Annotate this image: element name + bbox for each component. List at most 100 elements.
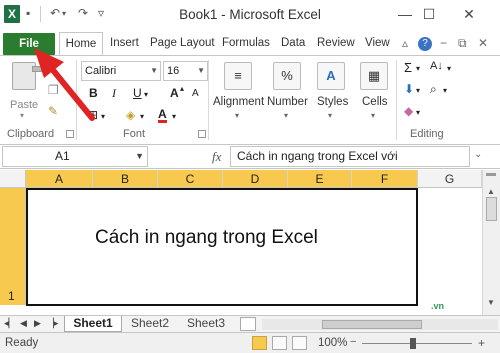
fill-dropdown-icon[interactable]: ▾ [140, 112, 144, 121]
sort-dropdown-icon[interactable]: ▾ [447, 64, 451, 73]
tab-view[interactable]: View [365, 37, 390, 49]
clear-icon[interactable]: ◆ [404, 104, 413, 118]
alignment-icon[interactable]: ≡ [224, 62, 252, 90]
tab-file[interactable]: File [3, 33, 55, 55]
ribbon-collapse-icon[interactable]: ▵ [402, 36, 408, 50]
alignment-dropdown-icon[interactable]: ▾ [235, 111, 239, 120]
number-button[interactable]: Number [267, 96, 308, 108]
number-dropdown-icon[interactable]: ▾ [284, 111, 288, 120]
column-header-f[interactable]: F [352, 170, 418, 188]
underline-button[interactable]: U [133, 86, 142, 100]
horizontal-scroll-thumb[interactable] [322, 320, 422, 329]
column-header-b[interactable]: B [93, 170, 158, 188]
font-size-value: 16 [167, 65, 180, 77]
styles-dropdown-icon[interactable]: ▾ [328, 111, 332, 120]
underline-dropdown-icon[interactable]: ▾ [144, 90, 148, 99]
scroll-up-icon[interactable]: ▲ [487, 187, 495, 196]
column-header-e[interactable]: E [288, 170, 352, 188]
next-sheet-icon[interactable]: ▶ [34, 318, 41, 329]
zoom-in-button[interactable]: + [478, 336, 485, 350]
split-handle[interactable] [486, 173, 496, 176]
normal-view-button[interactable] [252, 336, 267, 350]
format-painter-icon[interactable]: ✎ [48, 104, 58, 118]
column-header-c[interactable]: C [158, 170, 223, 188]
workbook-minimize-icon[interactable]: − [440, 36, 447, 50]
zoom-level[interactable]: 100% [318, 337, 347, 349]
row-number: 1 [8, 289, 15, 303]
paste-icon[interactable] [12, 62, 42, 90]
sheet-tab-sheet1[interactable]: Sheet1 [64, 316, 122, 332]
find-dropdown-icon[interactable]: ▾ [443, 86, 447, 95]
expand-formula-bar-icon[interactable]: ⌄ [474, 149, 482, 160]
font-launcher-icon[interactable] [198, 130, 206, 138]
workbook-close-icon[interactable]: ✕ [478, 36, 488, 50]
tab-page-layout[interactable]: Page Layout [150, 37, 215, 49]
borders-dropdown-icon[interactable]: ▾ [101, 112, 105, 121]
shrink-font-button[interactable]: A [192, 88, 199, 99]
page-break-view-button[interactable] [292, 336, 307, 350]
first-sheet-icon[interactable]: ◂▏ [4, 318, 15, 329]
close-button[interactable]: ✕ [458, 4, 480, 24]
column-header-a[interactable]: A [26, 170, 93, 188]
alignment-button[interactable]: Alignment [213, 96, 264, 108]
select-all-corner[interactable] [0, 170, 26, 188]
borders-icon[interactable]: ⊞ [88, 108, 98, 122]
autosum-button[interactable]: Σ [404, 60, 412, 75]
zoom-out-button[interactable]: − [350, 336, 356, 348]
page-layout-view-button[interactable] [272, 336, 287, 350]
autosum-dropdown-icon[interactable]: ▾ [416, 64, 420, 73]
cells-dropdown-icon[interactable]: ▾ [371, 111, 375, 120]
minimize-button[interactable]: — [394, 4, 416, 24]
scroll-down-icon[interactable]: ▼ [487, 298, 495, 307]
cells-icon[interactable]: ▦ [360, 62, 388, 90]
font-color-dropdown-icon[interactable]: ▾ [172, 112, 176, 121]
help-icon[interactable]: ? [418, 37, 432, 51]
last-sheet-icon[interactable]: ▕▸ [47, 318, 58, 329]
font-size-select[interactable]: 16 ▼ [163, 61, 208, 81]
column-header-g[interactable]: G [418, 170, 482, 188]
insert-function-button[interactable]: fx [212, 149, 221, 165]
tab-home[interactable]: Home [59, 32, 103, 56]
styles-button[interactable]: Styles [317, 96, 348, 108]
paste-button[interactable]: Paste [10, 99, 38, 111]
styles-icon[interactable]: A [317, 62, 345, 90]
fill-icon[interactable]: ⬇ [404, 82, 414, 96]
font-name-select[interactable]: Calibri ▼ [81, 61, 161, 81]
cells-button[interactable]: Cells [362, 96, 388, 108]
vertical-scrollbar[interactable]: ▲ ▼ [482, 170, 500, 315]
sheet-tab-sheet3[interactable]: Sheet3 [180, 316, 232, 332]
bold-button[interactable]: B [89, 86, 98, 100]
font-color-button[interactable]: A [158, 108, 167, 123]
insert-sheet-icon[interactable] [240, 317, 256, 331]
paste-dropdown-icon[interactable]: ▾ [20, 111, 24, 120]
grow-font-button[interactable]: A [170, 86, 179, 100]
number-icon[interactable]: % [273, 62, 301, 90]
tab-review[interactable]: Review [317, 37, 355, 49]
clear-dropdown-icon[interactable]: ▾ [416, 108, 420, 117]
italic-button[interactable]: I [112, 86, 116, 101]
zoom-slider-thumb[interactable] [410, 338, 416, 349]
row-header-1[interactable]: 1 [0, 188, 26, 305]
merged-cell-a1-f1[interactable]: Cách in ngang trong Excel [26, 188, 418, 306]
copy-icon[interactable]: ❐ [48, 83, 59, 97]
tab-insert[interactable]: Insert [110, 37, 139, 49]
scroll-thumb[interactable] [486, 197, 497, 221]
tab-data[interactable]: Data [281, 37, 305, 49]
find-select-icon[interactable]: ⌕ [430, 82, 437, 97]
column-header-d[interactable]: D [223, 170, 288, 188]
sheet-tab-sheet2[interactable]: Sheet2 [124, 316, 176, 332]
cut-icon[interactable]: ✂ [48, 62, 58, 76]
worksheet-grid[interactable]: Cách in ngang trong Excel .vn [26, 188, 483, 311]
prev-sheet-icon[interactable]: ◀ [20, 318, 27, 329]
workbook-restore-icon[interactable]: ⧉ [458, 36, 467, 51]
fill-color-icon[interactable]: ◈ [126, 108, 135, 122]
maximize-button[interactable]: ☐ [418, 4, 440, 24]
formula-input[interactable]: Cách in ngang trong Excel với [230, 146, 470, 167]
fill-dropdown-icon[interactable]: ▾ [416, 86, 420, 95]
sort-filter-button[interactable]: A↓ [430, 60, 443, 72]
tab-formulas[interactable]: Formulas [222, 37, 270, 49]
name-box[interactable]: A1 ▼ [2, 146, 148, 167]
zoom-slider-track[interactable] [362, 343, 472, 344]
clipboard-launcher-icon[interactable] [66, 130, 74, 138]
horizontal-scrollbar[interactable] [262, 319, 498, 330]
